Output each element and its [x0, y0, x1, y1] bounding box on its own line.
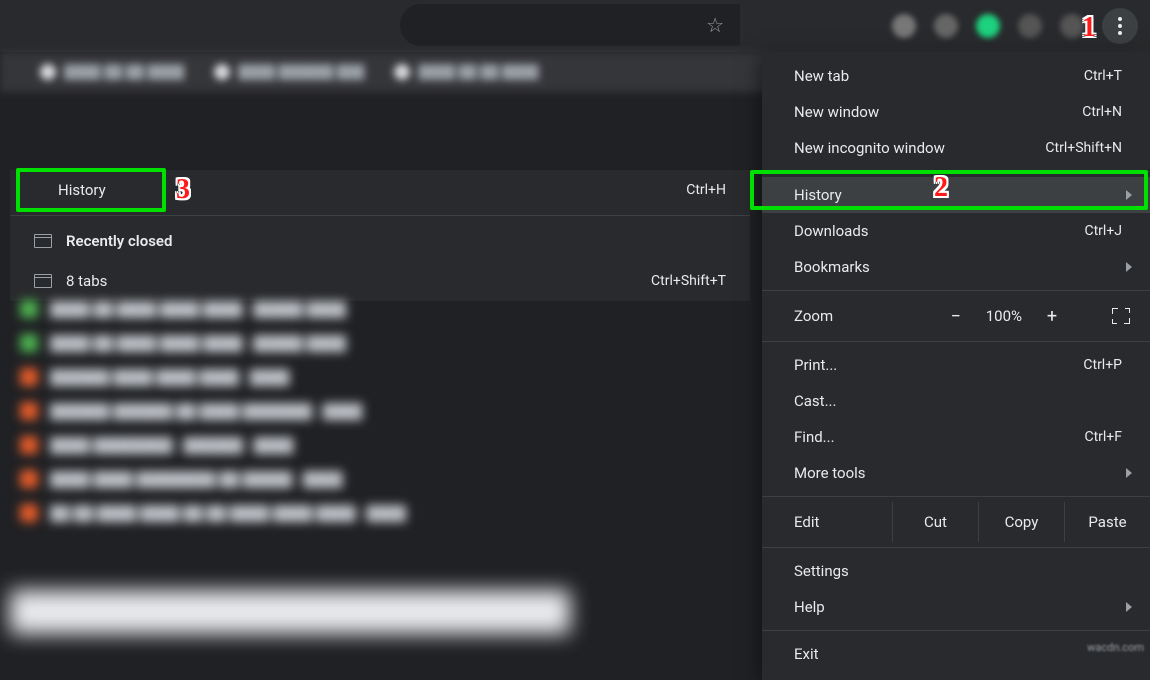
- bookmark-item[interactable]: ████ ██████ ███: [214, 64, 364, 80]
- tab-icon: [34, 234, 52, 248]
- menu-label: New tab: [794, 67, 849, 85]
- menu-label: More tools: [794, 464, 866, 482]
- submenu-label: 8 tabs: [66, 272, 107, 290]
- menu-find[interactable]: Find... Ctrl+F: [762, 419, 1150, 455]
- submenu-history[interactable]: History Ctrl+H: [10, 170, 750, 210]
- extension-icon[interactable]: [1060, 14, 1084, 38]
- submenu-arrow-icon: [1126, 602, 1132, 612]
- menu-label: Cast...: [794, 392, 836, 410]
- edit-copy-button[interactable]: Copy: [978, 502, 1064, 542]
- zoom-out-button[interactable]: −: [946, 306, 966, 327]
- extension-icon[interactable]: [892, 14, 916, 38]
- edit-paste-button[interactable]: Paste: [1064, 502, 1150, 542]
- menu-separator: [762, 171, 1150, 172]
- bookmark-star-icon[interactable]: ☆: [706, 13, 724, 37]
- shortcut-text: Ctrl+N: [1082, 104, 1122, 120]
- watermark: wacdn.com: [1087, 641, 1144, 654]
- menu-label: Exit: [794, 645, 819, 663]
- extension-icons-area: [892, 0, 1138, 52]
- menu-incognito[interactable]: New incognito window Ctrl+Shift+N: [762, 130, 1150, 166]
- menu-new-tab[interactable]: New tab Ctrl+T: [762, 58, 1150, 94]
- menu-bookmarks[interactable]: Bookmarks: [762, 249, 1150, 285]
- browser-toolbar: ☆: [0, 0, 1150, 52]
- menu-separator: [10, 215, 750, 216]
- menu-help[interactable]: Help: [762, 589, 1150, 625]
- history-entries: ████ ██ ████ ████ ████ - █████ ████ ████…: [10, 292, 750, 530]
- submenu-arrow-icon: [1126, 190, 1132, 200]
- chrome-menu-button[interactable]: [1102, 8, 1138, 44]
- menu-label: Zoom: [794, 307, 833, 325]
- history-entry[interactable]: ████ ██ ████ ████ ████ - █████ ████: [10, 326, 750, 360]
- shortcut-text: Ctrl+Shift+N: [1045, 140, 1122, 156]
- extension-icon[interactable]: [1018, 14, 1042, 38]
- menu-label: Edit: [762, 513, 892, 531]
- submenu-recently-closed: Recently closed: [10, 221, 750, 261]
- history-entry[interactable]: ██ ██ ████ ████ ██ ██ ████ ████ ████ - █…: [10, 496, 750, 530]
- extension-icon[interactable]: [976, 14, 1000, 38]
- chrome-main-menu: New tab Ctrl+T New window Ctrl+N New inc…: [762, 52, 1150, 680]
- menu-label: Settings: [794, 562, 849, 580]
- shortcut-text: Ctrl+J: [1084, 223, 1122, 239]
- section-heading: Recently closed: [66, 232, 172, 250]
- menu-new-window[interactable]: New window Ctrl+N: [762, 94, 1150, 130]
- shortcut-text: Ctrl+T: [1084, 68, 1122, 84]
- fullscreen-icon[interactable]: [1112, 308, 1130, 324]
- menu-print[interactable]: Print... Ctrl+P: [762, 347, 1150, 383]
- menu-settings[interactable]: Settings: [762, 553, 1150, 589]
- edit-cut-button[interactable]: Cut: [892, 502, 978, 542]
- submenu-label: History: [58, 181, 106, 199]
- menu-label: Bookmarks: [794, 258, 870, 276]
- submenu-arrow-icon: [1126, 468, 1132, 478]
- history-entry[interactable]: ██████ ████ ████ ████ - ████: [10, 360, 750, 394]
- history-entry[interactable]: ████ ████ ████████ ██ █████ - ████: [10, 462, 750, 496]
- menu-edit: Edit Cut Copy Paste: [762, 502, 1150, 542]
- menu-separator: [762, 341, 1150, 342]
- history-entry[interactable]: ████ ██ ████ ████ ████ - █████ ████: [10, 292, 750, 326]
- shortcut-text: Ctrl+H: [686, 182, 726, 198]
- menu-separator: [762, 496, 1150, 497]
- history-entry[interactable]: ██████ ██████ ██ ████ ███████ - ████: [10, 394, 750, 428]
- menu-separator: [762, 547, 1150, 548]
- address-bar-right[interactable]: ☆: [400, 4, 740, 46]
- bookmark-item[interactable]: ████ ██ ██ ████: [394, 64, 538, 80]
- menu-label: History: [794, 186, 842, 204]
- menu-label: Downloads: [794, 222, 869, 240]
- menu-separator: [762, 630, 1150, 631]
- menu-separator: [762, 290, 1150, 291]
- menu-label: Print...: [794, 356, 837, 374]
- zoom-in-button[interactable]: +: [1042, 306, 1062, 327]
- shortcut-text: Ctrl+Shift+T: [651, 273, 726, 289]
- menu-cast[interactable]: Cast...: [762, 383, 1150, 419]
- menu-label: New window: [794, 103, 879, 121]
- shortcut-text: Ctrl+P: [1083, 357, 1122, 373]
- tab-icon: [34, 274, 52, 288]
- menu-downloads[interactable]: Downloads Ctrl+J: [762, 213, 1150, 249]
- menu-label: Help: [794, 598, 825, 616]
- submenu-arrow-icon: [1126, 262, 1132, 272]
- kebab-icon: [1118, 17, 1122, 35]
- menu-label: Find...: [794, 428, 835, 446]
- bookmark-item[interactable]: ████ ██ ██ ████: [40, 64, 184, 80]
- menu-history[interactable]: History: [762, 177, 1150, 213]
- blurred-area: [10, 590, 570, 634]
- history-submenu: History Ctrl+H Recently closed 8 tabs Ct…: [10, 170, 750, 301]
- menu-more-tools[interactable]: More tools: [762, 455, 1150, 491]
- zoom-level: 100%: [986, 307, 1022, 325]
- shortcut-text: Ctrl+F: [1084, 429, 1122, 445]
- extension-icon[interactable]: [934, 14, 958, 38]
- history-entry[interactable]: ████ ████████ - ██████ - ████: [10, 428, 750, 462]
- menu-label: New incognito window: [794, 139, 945, 157]
- menu-zoom: Zoom − 100% +: [762, 296, 1150, 336]
